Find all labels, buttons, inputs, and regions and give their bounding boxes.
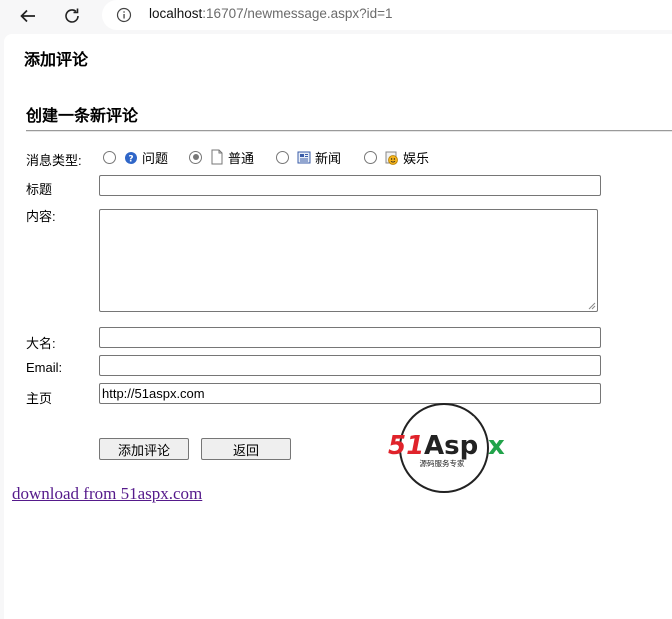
back-button[interactable]: 返回 [201, 438, 291, 460]
message-type-label: 消息类型: [26, 153, 82, 168]
info-icon[interactable] [116, 7, 132, 23]
news-icon [297, 151, 311, 164]
radio-label-entertainment: 娱乐 [403, 150, 430, 166]
email-input[interactable] [99, 355, 601, 376]
homepage-input[interactable] [99, 383, 601, 404]
content-label: 内容: [26, 209, 56, 224]
radio-option-question[interactable]: ? 问题 [103, 147, 168, 167]
back-arrow-icon[interactable] [14, 4, 42, 28]
question-icon: ? [125, 152, 137, 165]
radio-label-normal: 普通 [228, 150, 255, 166]
radio-label-news: 新闻 [315, 150, 342, 166]
radio-normal[interactable] [189, 150, 202, 164]
homepage-label: 主页 [26, 391, 53, 406]
submit-comment-button[interactable]: 添加评论 [99, 438, 189, 460]
radio-option-entertainment[interactable]: 娱乐 [364, 147, 429, 167]
title-input[interactable] [99, 175, 601, 196]
name-input[interactable] [99, 327, 601, 348]
resize-grip-icon[interactable] [588, 302, 596, 310]
content-textarea[interactable] [99, 209, 598, 312]
radio-option-normal[interactable]: 普通 [189, 147, 254, 167]
form-title: 创建一条新评论 [26, 108, 139, 125]
radio-entertainment[interactable] [364, 150, 377, 164]
radio-option-news[interactable]: 新闻 [276, 147, 341, 167]
svg-text:x: x [488, 431, 505, 461]
url-text: localhost:16707/newmessage.aspx?id=1 [149, 6, 393, 21]
download-link[interactable]: download from 51aspx.com [12, 484, 202, 504]
page-title: 添加评论 [24, 52, 89, 69]
browser-toolbar: localhost:16707/newmessage.aspx?id=1 [0, 0, 672, 34]
reload-icon[interactable] [58, 4, 86, 28]
divider [26, 130, 672, 132]
url-host: localhost [149, 6, 203, 21]
radio-news[interactable] [276, 150, 289, 164]
address-bar[interactable]: localhost:16707/newmessage.aspx?id=1 [102, 0, 672, 30]
svg-text:Asp: Asp [424, 431, 478, 461]
title-label: 标题 [26, 182, 53, 197]
name-label: 大名: [26, 336, 56, 351]
51aspx-logo: 51 Asp x 源码服务专家 [388, 403, 505, 493]
radio-label-question: 问题 [142, 150, 169, 166]
svg-text:源码服务专家: 源码服务专家 [420, 458, 465, 468]
document-icon [211, 149, 223, 165]
entertainment-icon [385, 151, 398, 165]
svg-text:51: 51 [388, 431, 424, 461]
page-content: 添加评论 创建一条新评论 消息类型: ? 问题 普通 新闻 娱乐 标题 内容: … [4, 34, 672, 619]
radio-question[interactable] [103, 150, 116, 164]
svg-text:?: ? [128, 155, 133, 165]
email-label: Email: [26, 360, 63, 375]
url-path: :16707/newmessage.aspx?id=1 [202, 6, 393, 21]
